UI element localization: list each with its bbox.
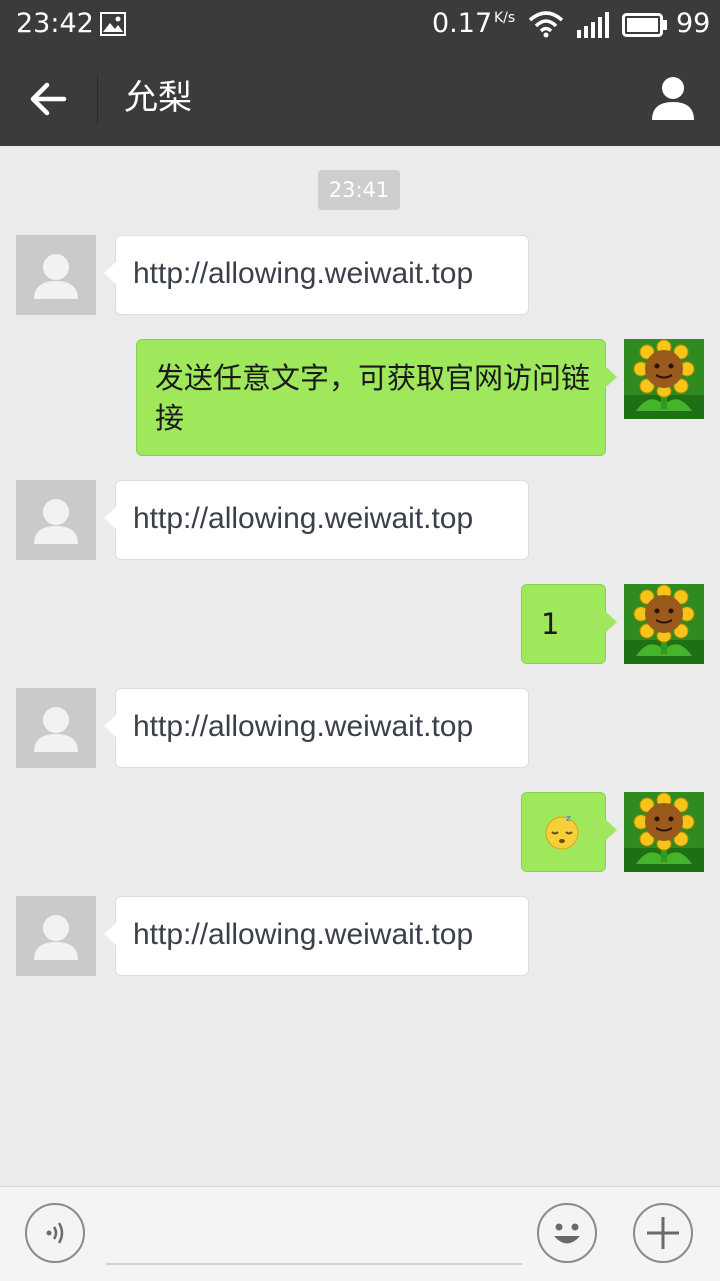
default-person-icon bbox=[34, 254, 78, 299]
smiley-icon bbox=[554, 1223, 580, 1244]
contact-avatar[interactable] bbox=[16, 688, 96, 768]
message-link-text[interactable]: http://allowing.weiwait.top bbox=[133, 918, 473, 951]
message-timestamp: 23:41 bbox=[318, 170, 400, 210]
back-button[interactable] bbox=[20, 74, 78, 124]
chat-info-button[interactable] bbox=[644, 72, 702, 124]
message-bubble-incoming[interactable]: http://allowing.weiwait.top bbox=[104, 896, 529, 976]
more-options-button[interactable] bbox=[633, 1203, 693, 1263]
svg-text:z: z bbox=[566, 814, 571, 824]
signal-icon bbox=[577, 12, 609, 38]
default-person-icon bbox=[34, 707, 78, 752]
sunflower-avatar-icon bbox=[624, 792, 704, 872]
message-link-text[interactable]: http://allowing.weiwait.top bbox=[133, 710, 473, 743]
message-bubble-outgoing[interactable]: 1 bbox=[521, 584, 617, 664]
contact-avatar[interactable] bbox=[16, 235, 96, 315]
chat-message-list[interactable]: 23:41 http://allowing.weiwait.top 发送任意文字… bbox=[0, 146, 720, 1186]
message-text: 1 bbox=[541, 607, 560, 641]
my-avatar[interactable] bbox=[624, 339, 704, 419]
title-bar: 允梨 bbox=[0, 50, 720, 146]
message-bubble-incoming[interactable]: http://allowing.weiwait.top bbox=[104, 688, 529, 768]
message-input-field[interactable] bbox=[106, 1263, 522, 1265]
message-text: 发送任意文字，可获取官网访问链接 bbox=[155, 361, 591, 435]
message-bubble-incoming[interactable]: http://allowing.weiwait.top bbox=[104, 480, 529, 560]
default-person-icon bbox=[34, 915, 78, 960]
message-bubble-incoming[interactable]: http://allowing.weiwait.top bbox=[104, 235, 529, 315]
message-link-text[interactable]: http://allowing.weiwait.top bbox=[133, 257, 473, 290]
network-speed: 0.17 bbox=[432, 8, 493, 39]
chat-title: 允梨 bbox=[124, 78, 192, 118]
title-divider bbox=[97, 74, 98, 124]
contact-avatar[interactable] bbox=[16, 896, 96, 976]
person-icon bbox=[652, 77, 694, 120]
contact-avatar[interactable] bbox=[16, 480, 96, 560]
sunflower-avatar-icon bbox=[624, 339, 704, 419]
default-person-icon bbox=[34, 499, 78, 544]
battery-icon bbox=[622, 13, 667, 37]
status-bar: 23:42 0.17 K/s 99 bbox=[0, 0, 720, 50]
voice-input-button[interactable] bbox=[25, 1203, 85, 1263]
message-link-text[interactable]: http://allowing.weiwait.top bbox=[133, 502, 473, 535]
image-notification-icon bbox=[100, 12, 126, 36]
sleepy-face-emoji: z bbox=[545, 814, 579, 850]
sunflower-avatar-icon bbox=[624, 584, 704, 664]
wifi-icon bbox=[528, 11, 564, 38]
my-avatar[interactable] bbox=[624, 584, 704, 664]
input-bar bbox=[0, 1186, 720, 1281]
battery-level: 99 bbox=[676, 8, 711, 39]
status-time: 23:42 bbox=[16, 8, 94, 39]
arrow-left-icon bbox=[30, 82, 67, 116]
voice-icon bbox=[46, 1222, 64, 1244]
network-speed-unit: K/s bbox=[494, 10, 516, 26]
plus-icon bbox=[647, 1217, 679, 1249]
message-bubble-outgoing[interactable]: z bbox=[521, 792, 617, 872]
message-bubble-outgoing[interactable]: 发送任意文字，可获取官网访问链接 bbox=[136, 339, 617, 456]
my-avatar[interactable] bbox=[624, 792, 704, 872]
emoji-button[interactable] bbox=[537, 1203, 597, 1263]
